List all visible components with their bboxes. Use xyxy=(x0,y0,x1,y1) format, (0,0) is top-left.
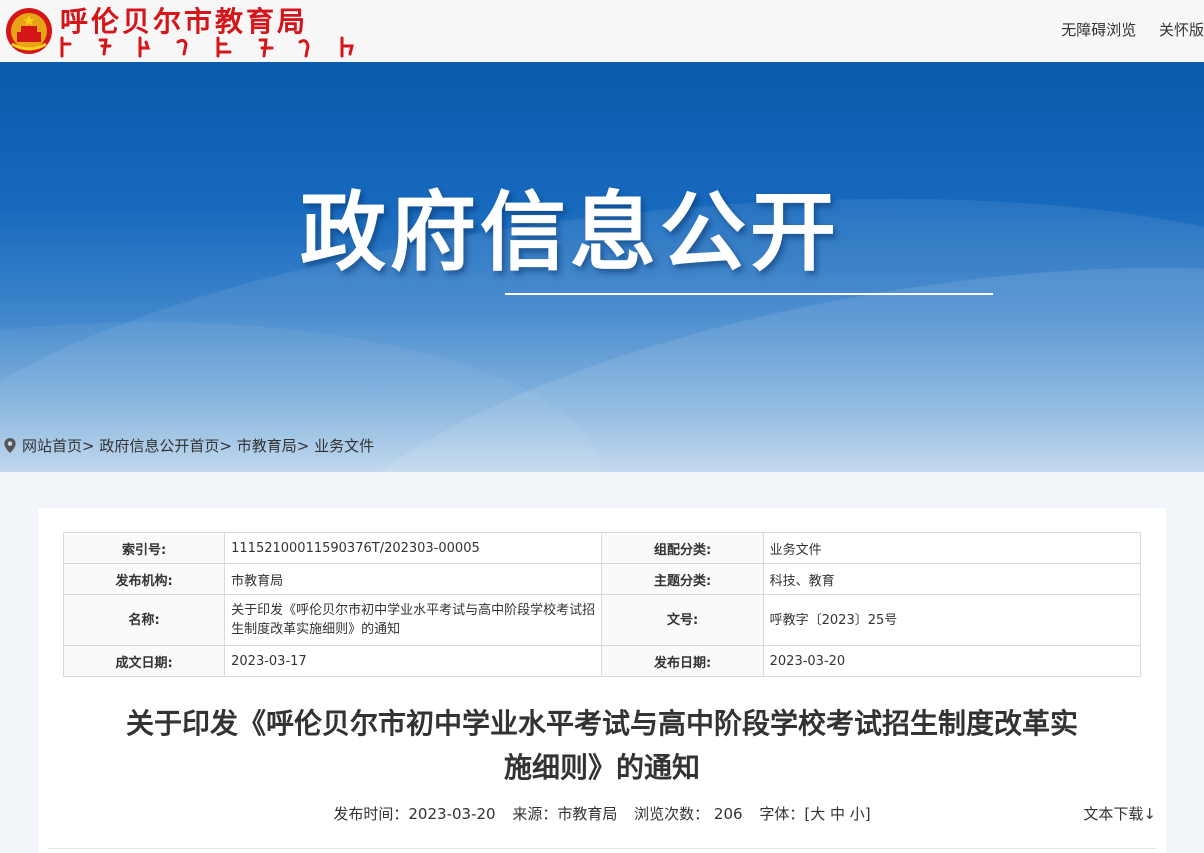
breadcrumb-gov-info[interactable]: 政府信息公开首页 xyxy=(99,435,219,456)
breadcrumb-home[interactable]: 网站首页 xyxy=(22,435,82,456)
published-date-label: 发布日期: xyxy=(601,645,764,677)
download-text-link[interactable]: 文本下载↓ xyxy=(1083,803,1156,824)
name-label: 名称: xyxy=(62,594,226,646)
topic-value: 科技、教育 xyxy=(762,563,1142,595)
docno-label: 文号: xyxy=(601,594,764,646)
document-title-line: 关于印发《呼伦贝尔市初中学业水平考试与高中阶段学校考试招生制度改革实 xyxy=(125,707,1078,740)
org-value: 市教育局 xyxy=(224,563,603,595)
source: 来源：市教育局 xyxy=(512,805,618,823)
table-row: 索引号: 11152100011590376T/202303-00005 组配分… xyxy=(62,532,1142,564)
view-count: 浏览次数： 206 xyxy=(634,805,743,823)
document-title-line: 施细则》的通知 xyxy=(503,751,700,784)
created-date-label: 成文日期: xyxy=(62,645,226,677)
location-pin-icon xyxy=(4,438,16,453)
index-value: 11152100011590376T/202303-00005 xyxy=(224,532,603,564)
mongolian-script-logo xyxy=(60,36,354,58)
topic-label: 主题分类: xyxy=(601,563,764,595)
breadcrumb-bureau[interactable]: 市教育局 xyxy=(237,435,297,456)
breadcrumb-separator: > xyxy=(219,436,232,455)
index-label: 索引号: xyxy=(62,532,226,564)
banner-title: 政府信息公开 xyxy=(300,183,840,283)
breadcrumb-business-files[interactable]: 业务文件 xyxy=(314,435,374,456)
breadcrumb-separator: > xyxy=(296,436,310,455)
accessibility-link[interactable]: 无障碍浏览 xyxy=(1061,21,1136,39)
created-date-value: 2023-03-17 xyxy=(224,645,603,677)
table-row: 名称: 关于印发《呼伦贝尔市初中学业水平考试与高中阶段学校考试招生制度改革实施细… xyxy=(62,594,1142,646)
content-card: 索引号: 11152100011590376T/202303-00005 组配分… xyxy=(38,508,1166,853)
document-info: 发布时间：2023-03-20 来源：市教育局 浏览次数： 206 字体：[大 … xyxy=(38,803,1166,824)
published-date-value: 2023-03-20 xyxy=(762,645,1142,677)
breadcrumb-separator: > xyxy=(82,436,95,455)
docno-value: 呼教字〔2023〕25号 xyxy=(762,594,1142,646)
name-value: 关于印发《呼伦贝尔市初中学业水平考试与高中阶段学校考试招生制度改革实施细则》的通… xyxy=(224,594,603,646)
category-value: 业务文件 xyxy=(762,532,1142,564)
banner: 政府信息公开 网站首页 > 政府信息公开首页 > 市教育局 > 业务文件 xyxy=(0,62,1204,472)
document-title: 关于印发《呼伦贝尔市初中学业水平考试与高中阶段学校考试招生制度改革实 施细则》的… xyxy=(38,702,1166,790)
category-label: 组配分类: xyxy=(601,532,764,564)
table-row: 发布机构: 市教育局 主题分类: 科技、教育 xyxy=(62,563,1142,595)
font-size-switcher[interactable]: [大 中 小] xyxy=(804,805,870,823)
publish-time: 发布时间：2023-03-20 xyxy=(333,805,496,823)
divider xyxy=(48,848,1156,849)
elderly-mode-link[interactable]: 关怀版 xyxy=(1159,21,1204,39)
org-label: 发布机构: xyxy=(62,563,226,595)
metadata-table: 索引号: 11152100011590376T/202303-00005 组配分… xyxy=(62,532,1142,677)
top-links: 无障碍浏览 关怀版 xyxy=(1043,19,1204,40)
font-size-label: 字体： xyxy=(759,805,805,823)
table-row: 成文日期: 2023-03-17 发布日期: 2023-03-20 xyxy=(62,645,1142,677)
breadcrumb: 网站首页 > 政府信息公开首页 > 市教育局 > 业务文件 xyxy=(4,435,374,456)
national-emblem-icon xyxy=(6,8,52,54)
banner-underline xyxy=(505,293,993,295)
top-bar: 呼伦贝尔市教育局 无障碍浏览 关怀版 xyxy=(0,0,1204,62)
